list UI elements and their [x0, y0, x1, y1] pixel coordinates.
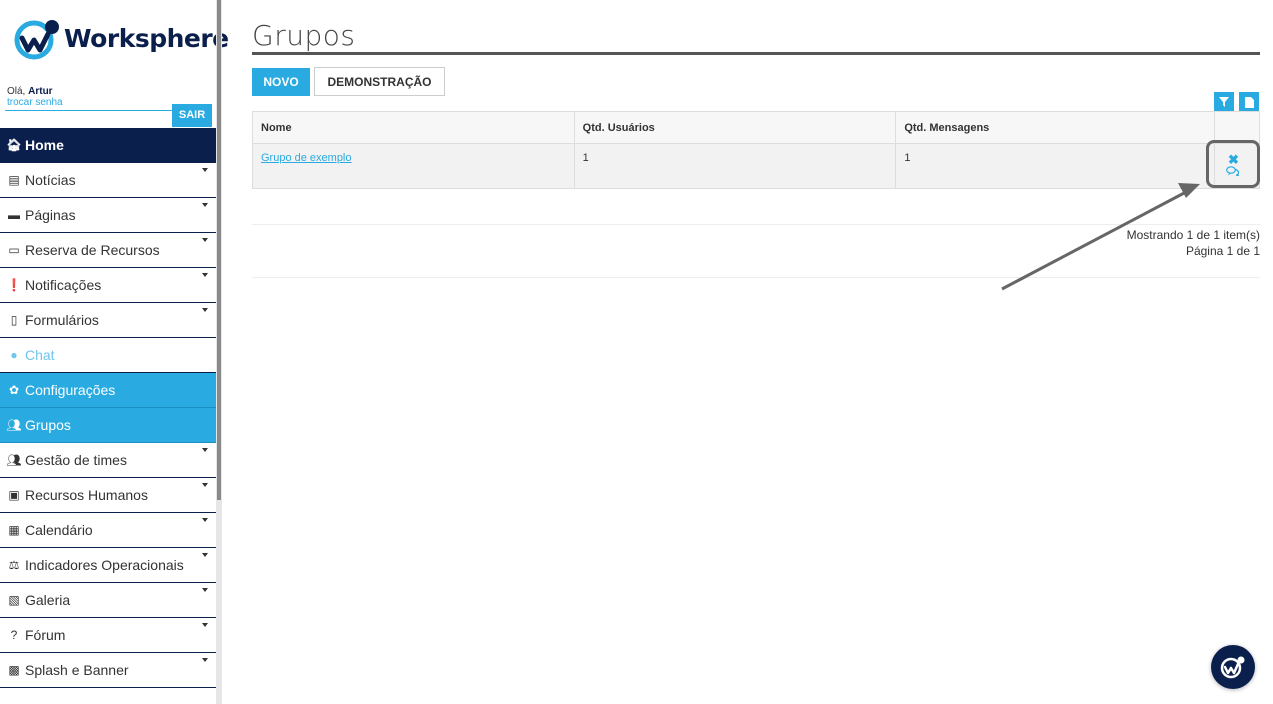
caret-down-icon[interactable]	[202, 448, 208, 452]
gear-icon: ✿	[8, 383, 20, 397]
sidebar-item-label: Gestão de times	[25, 452, 127, 468]
cell-name: Grupo de exemplo	[252, 143, 575, 189]
new-button[interactable]: NOVO	[252, 68, 310, 96]
home-icon: 🏠︎	[6, 138, 22, 152]
document-icon	[1244, 96, 1254, 108]
sidebar-item-indicadores-operacionais[interactable]: ⚖ Indicadores Operacionais	[0, 548, 216, 583]
worksphere-chat-fab[interactable]	[1211, 645, 1255, 689]
caret-down-icon[interactable]	[202, 483, 208, 487]
caret-down-icon[interactable]	[202, 588, 208, 592]
user-greeting: Olá, Artur	[7, 86, 53, 97]
demo-button[interactable]: DEMONSTRAÇÃO	[314, 67, 445, 96]
sidebar-item-splash-e-banner[interactable]: ▩ Splash e Banner	[0, 653, 216, 688]
column-header-messages[interactable]: Qtd. Mensagens	[895, 111, 1216, 144]
newspaper-icon: ▤	[8, 173, 20, 187]
divider	[252, 277, 1260, 278]
group-link[interactable]: Grupo de exemplo	[261, 152, 352, 164]
exclamation-icon: ❗	[6, 278, 22, 292]
sidebar-item-label: Notícias	[25, 172, 76, 188]
caret-down-icon[interactable]	[202, 273, 208, 277]
caret-down-icon[interactable]	[202, 658, 208, 662]
calendar-icon: ▦	[8, 523, 20, 537]
sidebar-item-notificacoes[interactable]: ❗ Notificações	[0, 268, 216, 303]
file-icon: ▯	[10, 313, 18, 327]
question-icon: ?	[10, 628, 18, 642]
sidebar-item-label: Splash e Banner	[25, 662, 129, 678]
sidebar-item-label: Reserva de Recursos	[25, 242, 160, 258]
groups-table: Nome Qtd. Usuários Qtd. Mensagens Grupo …	[252, 111, 1260, 189]
user-name: Artur	[28, 86, 53, 97]
window-icon: ▬	[8, 208, 20, 222]
sidebar-item-home[interactable]: 🏠︎ Home	[0, 128, 216, 163]
items-count: Mostrando 1 de 1 item(s)	[1126, 228, 1260, 242]
users-icon: 👥︎	[6, 453, 22, 467]
column-header-actions	[1214, 111, 1260, 144]
cell-users: 1	[573, 143, 897, 189]
users-icon: 👥︎	[6, 418, 22, 432]
sidebar-item-label: Home	[25, 137, 64, 153]
sidebar-item-label: Formulários	[25, 312, 99, 328]
sidebar-item-reserva-de-recursos[interactable]: ▭ Reserva de Recursos	[0, 233, 216, 268]
sidebar-item-forum[interactable]: ? Fórum	[0, 618, 216, 653]
sidebar-item-label: Indicadores Operacionais	[25, 557, 184, 573]
sidebar-item-paginas[interactable]: ▬ Páginas	[0, 198, 216, 233]
balance-icon: ⚖	[8, 558, 20, 572]
sidebar-item-noticias[interactable]: ▤ Notícias	[0, 163, 216, 198]
caret-down-icon[interactable]	[202, 203, 208, 207]
sidebar-item-gestao-de-times[interactable]: 👥︎ Gestão de times	[0, 443, 216, 478]
divider	[5, 110, 172, 111]
filter-button[interactable]	[1214, 92, 1234, 112]
id-badge-icon: ▣	[8, 488, 20, 502]
caret-down-icon[interactable]	[202, 168, 208, 172]
sidebar-item-galeria[interactable]: ▧ Galeria	[0, 583, 216, 618]
sidebar-item-label: Grupos	[25, 417, 71, 433]
sidebar-item-grupos[interactable]: 👥︎ Grupos	[0, 408, 216, 443]
change-password-link[interactable]: trocar senha	[7, 97, 63, 108]
sidebar-item-chat[interactable]: ● Chat	[0, 338, 216, 373]
caret-down-icon[interactable]	[202, 553, 208, 557]
laptop-icon: ▭	[8, 243, 20, 257]
caret-down-icon[interactable]	[202, 308, 208, 312]
image-icon: ▧	[8, 593, 20, 607]
column-header-users[interactable]: Qtd. Usuários	[573, 111, 897, 144]
sidebar: Worksphere Olá, Artur trocar senha SAIR …	[0, 0, 229, 704]
sidebar-item-calendario[interactable]: ▦ Calendário	[0, 513, 216, 548]
chat-icon: ●	[10, 348, 18, 362]
worksphere-logo[interactable]: Worksphere	[12, 16, 229, 60]
table-header-row: Nome Qtd. Usuários Qtd. Mensagens	[252, 111, 1260, 144]
sidebar-item-label: Páginas	[25, 207, 76, 223]
logout-button[interactable]: SAIR	[172, 104, 212, 127]
title-divider	[252, 52, 1260, 55]
divider	[252, 224, 1260, 225]
export-button[interactable]	[1239, 92, 1259, 112]
sidebar-item-recursos-humanos[interactable]: ▣ Recursos Humanos	[0, 478, 216, 513]
sidebar-item-label: Calendário	[25, 522, 93, 538]
caret-down-icon[interactable]	[202, 518, 208, 522]
worksphere-logo-icon	[14, 20, 59, 60]
sidebar-item-label: Notificações	[25, 277, 102, 293]
sidebar-scrollbar-thumb[interactable]	[217, 0, 221, 500]
cell-messages: 1	[895, 143, 1216, 189]
brand-name: Worksphere	[64, 23, 229, 53]
sidebar-menu: 🏠︎ Home ▤ Notícias ▬ Páginas ▭ Reserva de Recur…	[0, 128, 216, 688]
sidebar-item-formularios[interactable]: ▯ Formulários	[0, 303, 216, 338]
filter-icon	[1219, 97, 1229, 107]
column-header-name[interactable]: Nome	[252, 111, 575, 144]
sidebar-item-label: Chat	[25, 347, 55, 363]
sidebar-item-label: Fórum	[25, 627, 66, 643]
sidebar-item-configuracoes[interactable]: ✿ Configurações	[0, 373, 216, 408]
page-indicator: Página 1 de 1	[1185, 244, 1260, 258]
sidebar-item-label: Configurações	[25, 382, 116, 398]
picture-frame-icon: ▩	[8, 663, 20, 677]
actions-highlight-box	[1206, 140, 1260, 188]
sidebar-item-label: Galeria	[25, 592, 71, 608]
caret-down-icon[interactable]	[202, 623, 208, 627]
sidebar-item-label: Recursos Humanos	[25, 487, 148, 503]
caret-down-icon[interactable]	[202, 238, 208, 242]
table-row: Grupo de exemplo 1 1 ✖	[252, 143, 1260, 189]
worksphere-logo-icon	[1220, 656, 1245, 679]
page-title: Grupos	[252, 19, 356, 52]
